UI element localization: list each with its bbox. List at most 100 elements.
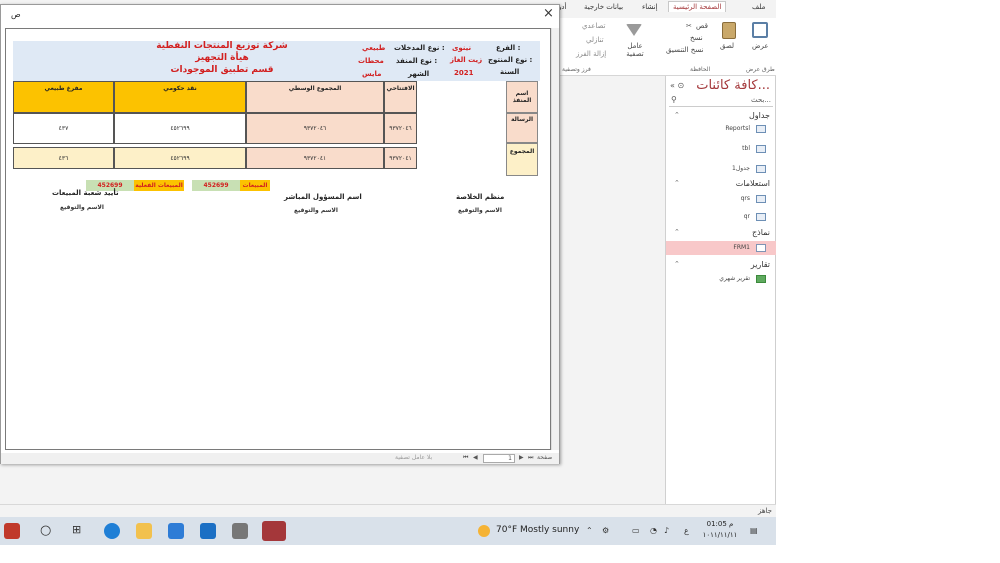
nav-section-forms[interactable]: ⌃ نماذج xyxy=(666,228,776,240)
row1-normal: ٤٣٧ xyxy=(13,113,114,144)
last-page-icon[interactable]: ⏭ xyxy=(528,454,533,462)
month-value: مايس xyxy=(362,70,382,78)
store-icon[interactable] xyxy=(168,523,184,539)
report-page: شركة توزيع المنتجات النفطية هيأة التجهيز… xyxy=(5,28,551,450)
company-name: شركة توزيع المنتجات النفطية xyxy=(156,41,288,51)
total-gov-cash: ٤٥٢٦٩٩ xyxy=(114,147,246,169)
nav-item-form-frm1[interactable]: FRM1 xyxy=(666,241,776,255)
access-taskbar-icon[interactable] xyxy=(262,521,286,541)
collapse-icon: ⌃ xyxy=(674,228,680,236)
nav-pane-controls[interactable]: « ⊙ xyxy=(670,81,684,90)
notification-icon[interactable]: ▤ xyxy=(750,526,758,535)
outlet-type-label: نوع المنفذ : xyxy=(396,57,438,65)
filter-button-label[interactable]: عامل تصفية xyxy=(624,42,646,58)
branch-label: الفرع : xyxy=(496,44,521,52)
table-icon xyxy=(756,145,766,153)
collapse-icon: ⌃ xyxy=(674,179,680,187)
filter-icon[interactable] xyxy=(626,24,642,36)
department-name: هيأة التجهيز xyxy=(195,53,249,63)
remove-sort-button[interactable]: إزالة الفرز xyxy=(576,50,606,58)
first-page-icon[interactable]: ⏮ xyxy=(463,454,468,462)
col-header-opening: الافتتاحي xyxy=(384,81,417,113)
filter-status[interactable]: بلا عامل تصفية xyxy=(395,454,432,461)
clock-date[interactable]: ١٠١١/١١/١١ xyxy=(700,531,740,539)
signature-summary-title: منظم الخلاصة xyxy=(456,193,505,201)
network-icon[interactable]: ⚙ xyxy=(602,526,609,535)
report-scrollbar[interactable] xyxy=(551,28,559,450)
nav-item-table-tbl[interactable]: tbl xyxy=(666,142,776,156)
signature-summary-sub: الاسم والتوقيع xyxy=(458,207,502,214)
wifi-icon[interactable]: ◔ xyxy=(650,526,657,535)
section-name: قسم تطبيق الموجودات xyxy=(170,65,274,75)
nav-pane-title[interactable]: كافة كائنات... xyxy=(696,78,770,93)
next-page-icon[interactable]: ▶ xyxy=(519,454,524,461)
cut-button[interactable]: قص xyxy=(696,22,708,30)
paste-icon[interactable] xyxy=(722,22,736,39)
tab-file[interactable]: ملف xyxy=(752,3,765,11)
outlet-row-label: الرسالة xyxy=(506,113,538,143)
signature-sales-title: تأييد شعبة المبيعات xyxy=(52,189,119,197)
page-number-input[interactable]: 1 xyxy=(483,454,515,463)
query-icon xyxy=(756,213,766,221)
copy-button[interactable]: نسخ xyxy=(690,34,703,42)
view-button-label[interactable]: عرض xyxy=(752,42,769,50)
sales-label: المبيعات xyxy=(240,180,270,191)
signature-manager-title: اسم المسؤول المباشر xyxy=(284,193,362,201)
nav-item-table-reportsl[interactable]: Reportsl xyxy=(666,122,776,136)
month-label: الشهر xyxy=(408,70,430,78)
weather-icon xyxy=(478,525,490,537)
battery-icon[interactable]: ▭ xyxy=(632,526,640,535)
format-painter-button[interactable]: نسخ التنسيق xyxy=(666,46,703,54)
clock-time[interactable]: 01:05 م xyxy=(700,520,740,528)
sales-value: 452699 xyxy=(192,180,240,191)
row1-opening: ٩٣٧٢٠٤٦ xyxy=(384,113,417,144)
nav-section-queries[interactable]: ⌃ استعلامات xyxy=(666,179,776,191)
group-sort-label: فرز وتصفية xyxy=(562,66,591,73)
table-icon xyxy=(756,125,766,133)
search-icon: ⚲ xyxy=(671,95,677,104)
branch-value: نينوى xyxy=(452,44,472,52)
app-icon[interactable] xyxy=(232,523,248,539)
row1-mid-total: ٩٣٧٢٠٤٦ xyxy=(246,113,384,144)
row1-gov-cash: ٤٥٢٦٩٩ xyxy=(114,113,246,144)
ribbon-body: عرض لصق قص ✂ نسخ نسخ التنسيق عامل تصفية … xyxy=(556,18,776,76)
search-icon[interactable]: ○ xyxy=(40,523,51,538)
outlet-type-value: محطات xyxy=(358,57,384,65)
mail-icon[interactable] xyxy=(200,523,216,539)
paste-button-label[interactable]: لصق xyxy=(720,42,734,50)
prev-page-icon[interactable]: ◀ xyxy=(473,454,478,461)
edge-icon[interactable] xyxy=(104,523,120,539)
group-clipboard-label: الحافظة xyxy=(690,66,711,73)
group-views-label: طرق عرض xyxy=(746,66,775,73)
view-icon[interactable] xyxy=(752,22,768,38)
screen: ملف الصفحة الرئيسية إنشاء بيانات خارجية … xyxy=(0,0,1000,563)
file-explorer-icon[interactable] xyxy=(136,523,152,539)
col-header-mid-total: المجموع الوسطي xyxy=(246,81,384,113)
total-mid-total: ٩٣٧٢٠٤١ xyxy=(246,147,384,169)
nav-section-reports[interactable]: ⌃ تقارير xyxy=(666,260,776,272)
sort-ascending-button[interactable]: تصاعدي xyxy=(582,22,605,30)
signature-sales-sub: الاسم والتوقيع xyxy=(60,204,104,211)
sort-descending-button[interactable]: تنازلي xyxy=(586,36,604,44)
col-header-normal: مفرغ طبيعي xyxy=(13,81,114,113)
year-value: 2021 xyxy=(454,69,474,77)
tab-home[interactable]: الصفحة الرئيسية xyxy=(668,1,727,12)
weather-text[interactable]: 70°F Mostly sunny xyxy=(496,525,579,535)
total-row-label: المجموع xyxy=(506,143,538,176)
col-header-gov-cash: نقد حكومي xyxy=(114,81,246,113)
tab-external-data[interactable]: بيانات خارجية xyxy=(584,3,623,11)
nav-search-input[interactable]: بحث... ⚲ xyxy=(669,95,773,107)
start-icon[interactable] xyxy=(4,523,20,539)
collapse-icon: ⌃ xyxy=(674,111,680,119)
form-icon xyxy=(756,244,766,252)
chevron-up-icon[interactable]: ⌃ xyxy=(586,526,593,535)
task-view-icon[interactable]: ⊞ xyxy=(72,523,81,536)
nav-item-table-1[interactable]: جدول1 xyxy=(666,162,776,176)
nav-item-query-qr[interactable]: qr xyxy=(666,210,776,224)
tab-create[interactable]: إنشاء xyxy=(642,3,658,11)
close-icon[interactable]: × xyxy=(543,6,554,21)
nav-item-query-qrs[interactable]: qrs xyxy=(666,192,776,206)
volume-icon[interactable]: ♪ xyxy=(664,526,669,535)
nav-item-report-monthly[interactable]: تقرير شهري xyxy=(666,272,776,286)
language-indicator[interactable]: ع xyxy=(684,526,689,535)
